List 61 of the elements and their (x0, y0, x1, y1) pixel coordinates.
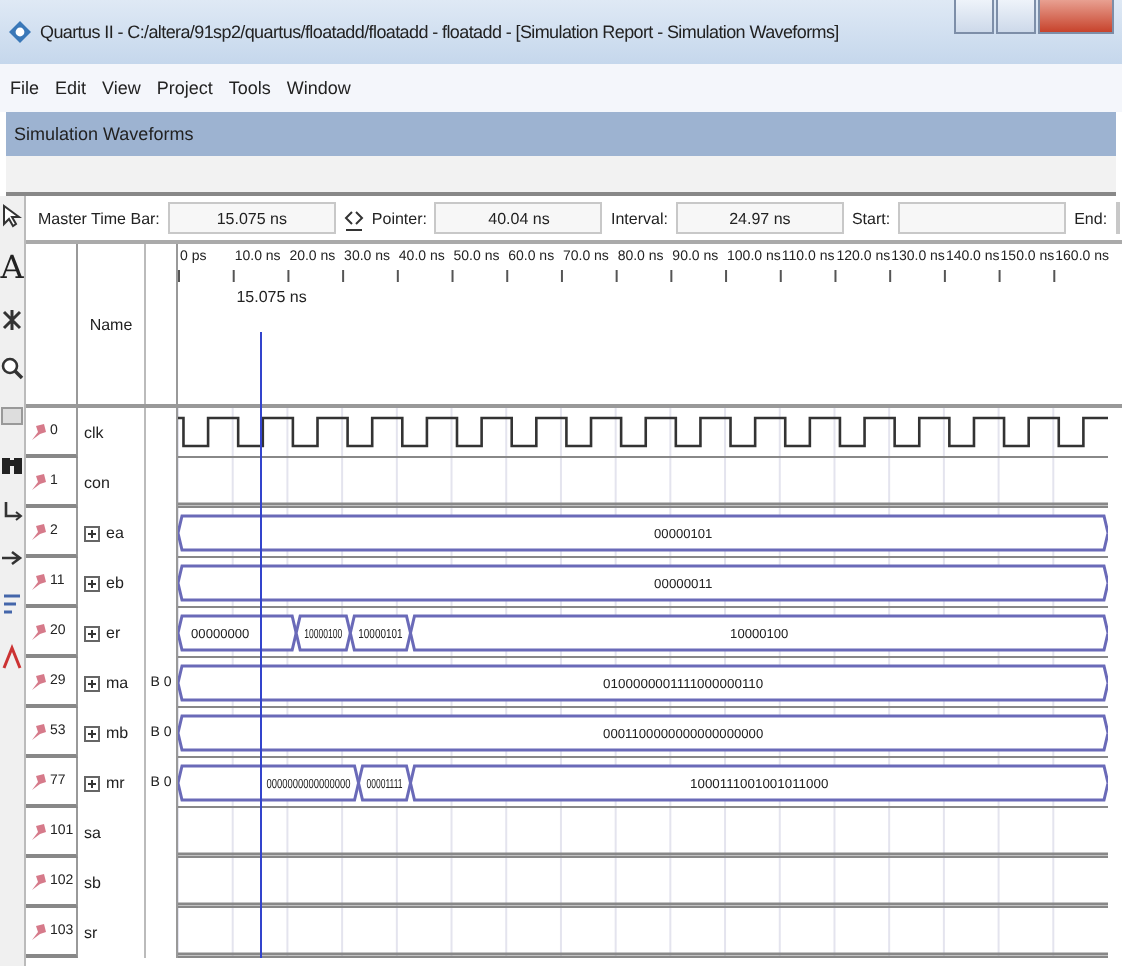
pointer-icon[interactable] (2, 204, 22, 228)
menu-item[interactable]: Project (156, 78, 213, 98)
binoculars-icon[interactable] (0, 452, 24, 476)
expand-icon[interactable] (84, 675, 100, 691)
expand-icon[interactable] (84, 775, 100, 791)
zoom-icon[interactable] (0, 356, 24, 380)
expand-icon[interactable] (84, 525, 100, 541)
signal-name[interactable]: ma (106, 674, 129, 692)
pin-icon (30, 771, 48, 791)
end-label: End: (1074, 209, 1108, 227)
signal-name[interactable]: mb (106, 724, 129, 742)
cursor-label: 15.075 ns (236, 288, 307, 306)
pin-icon (30, 471, 48, 491)
start-field[interactable] (898, 202, 1067, 234)
node-icon[interactable] (0, 308, 24, 332)
expand-icon[interactable] (84, 625, 100, 641)
time-cursor[interactable] (260, 332, 263, 958)
pin-icon (30, 421, 48, 441)
interval-field[interactable]: 24.97 ns (675, 202, 844, 234)
panel-title: Simulation Waveforms (14, 124, 194, 144)
arrow-icon[interactable] (0, 548, 24, 568)
signal-name[interactable]: mr (106, 774, 125, 792)
start-label: Start: (851, 209, 891, 227)
menu-item[interactable]: Edit (55, 78, 87, 98)
minimize-button[interactable] (954, 0, 994, 34)
signal-name[interactable]: clk (84, 424, 104, 442)
window-title: Quartus II - C:/altera/91sp2/quartus/floatadd/floatadd - floatadd - [Simulation Report - Simulation Waveforms] (40, 22, 839, 42)
menu-item[interactable]: View (102, 78, 141, 98)
signal-name[interactable]: eb (106, 574, 124, 592)
master-time-field[interactable]: 15.075 ns (167, 202, 336, 234)
replace-icon[interactable] (0, 500, 24, 524)
text-tool[interactable]: A (0, 252, 24, 284)
pin-icon (30, 571, 48, 591)
pin-icon (30, 721, 48, 741)
pin-icon (30, 821, 48, 841)
pin-icon (30, 871, 48, 891)
interval-label: Interval: (610, 209, 668, 227)
name-header: Name (89, 315, 133, 333)
pin-icon (30, 671, 48, 691)
signal-name[interactable]: sb (84, 874, 101, 892)
signal-name[interactable]: con (84, 474, 110, 492)
expand-icon[interactable] (84, 575, 100, 591)
snap-icon[interactable] (0, 644, 24, 672)
menu-item[interactable]: File (10, 78, 40, 98)
end-field[interactable] (1115, 202, 1120, 234)
pin-icon (30, 621, 48, 641)
menu-item[interactable]: Window (286, 78, 351, 98)
master-time-label: Master Time Bar: (38, 209, 160, 227)
maximize-button[interactable] (996, 0, 1036, 34)
app-icon (8, 20, 32, 44)
pin-icon (30, 521, 48, 541)
sort-icon[interactable] (0, 592, 24, 620)
expand-icon[interactable] (84, 725, 100, 741)
signal-name[interactable]: sr (84, 924, 98, 942)
pointer-label: Pointer: (371, 209, 427, 227)
signal-name[interactable]: er (106, 624, 121, 642)
pin-icon (30, 921, 48, 941)
menu-item[interactable]: Tools (228, 78, 271, 98)
signal-name[interactable]: ea (106, 524, 124, 542)
signal-name[interactable]: sa (84, 824, 101, 842)
pointer-field[interactable]: 40.04 ns (434, 202, 603, 234)
